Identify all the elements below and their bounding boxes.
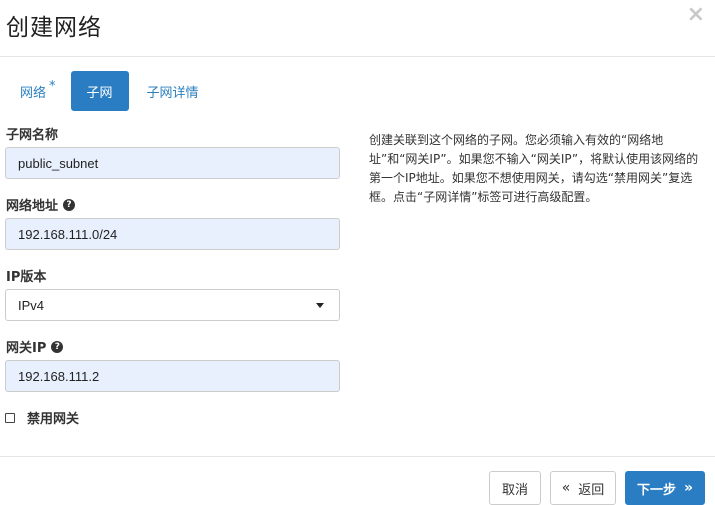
back-button-label: 返回 xyxy=(578,482,605,498)
tab-subnet-details-label: 子网详情 xyxy=(146,85,199,101)
tab-subnet[interactable]: 子网 xyxy=(70,71,129,111)
help-icon[interactable]: ? xyxy=(63,198,76,211)
help-description: 创建关联到这个网络的子网。您必须输入有效的“网络地址”和“网关IP”。如果您不输… xyxy=(369,133,699,204)
ip-version-select[interactable]: IPv4 xyxy=(5,289,340,321)
double-chevron-right-icon: » xyxy=(683,480,694,496)
disable-gateway-label[interactable]: 禁用网关 xyxy=(27,408,79,427)
chevron-down-icon xyxy=(316,302,324,308)
help-icon[interactable]: ? xyxy=(51,340,64,353)
disable-gateway-checkbox[interactable] xyxy=(5,412,15,423)
footer-divider xyxy=(0,456,715,457)
subnet-name-label-text: 子网名称 xyxy=(6,128,59,143)
gateway-ip-input[interactable]: 192.168.111.2 xyxy=(5,360,340,392)
ip-version-selected: IPv4 xyxy=(18,297,45,313)
network-address-label-text: 网络地址 xyxy=(6,199,59,214)
tab-network-label: 网络 xyxy=(20,85,47,101)
subnet-name-label: 子网名称 xyxy=(6,124,58,143)
double-chevron-left-icon: « xyxy=(561,480,571,496)
tab-network[interactable]: 网络 * xyxy=(6,71,70,111)
tab-subnet-label: 子网 xyxy=(86,85,113,101)
back-button[interactable]: « 返回 xyxy=(550,471,616,505)
subnet-name-input[interactable]: public_subnet xyxy=(5,147,340,179)
header-divider xyxy=(0,56,715,57)
next-button-label: 下一步 xyxy=(636,482,676,498)
next-button[interactable]: 下一步 » xyxy=(625,471,705,505)
required-mark: * xyxy=(49,78,56,94)
modal-title: 创建网络 xyxy=(6,15,102,41)
close-icon[interactable]: × xyxy=(687,4,705,26)
tab-subnet-details[interactable]: 子网详情 xyxy=(133,71,213,111)
gateway-ip-label-text: 网关IP xyxy=(6,341,47,356)
gateway-ip-label: 网关IP ? xyxy=(6,337,64,356)
cancel-button[interactable]: 取消 xyxy=(489,471,541,505)
ip-version-label: IP版本 xyxy=(6,266,46,285)
network-address-input[interactable]: 192.168.111.0/24 xyxy=(5,218,340,250)
ip-version-label-text: IP版本 xyxy=(6,270,47,285)
tab-bar: 网络 * 子网 子网详情 xyxy=(6,71,213,111)
network-address-label: 网络地址 ? xyxy=(6,195,76,214)
cancel-button-label: 取消 xyxy=(501,482,528,498)
disable-gateway-row: 禁用网关 xyxy=(5,408,79,427)
